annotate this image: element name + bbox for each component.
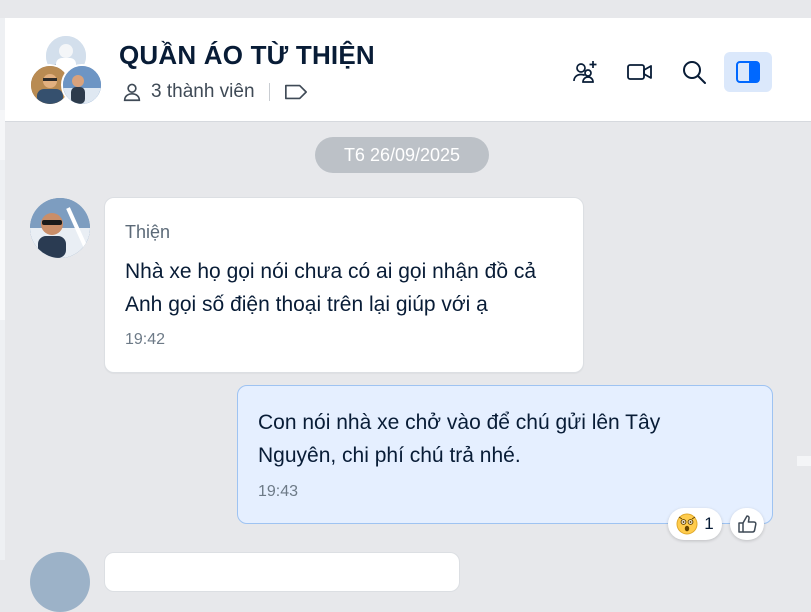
- next-sender-avatar[interactable]: [30, 552, 90, 612]
- incoming-message[interactable]: Thiện Nhà xe họ gọi nói chưa có ai gọi n…: [104, 197, 584, 373]
- message-text-line: Anh gọi số điện thoại trên lại giúp với …: [125, 293, 488, 316]
- message-time: 19:42: [125, 331, 166, 348]
- message-text-line: Nguyên, chi phí chú trả nhé.: [258, 444, 521, 467]
- message-time: 19:43: [258, 483, 299, 500]
- video-camera-icon: [627, 64, 652, 80]
- label-tag-icon[interactable]: [284, 82, 308, 102]
- member-avatar-3: [61, 64, 103, 106]
- reaction-count: 1: [704, 514, 714, 533]
- message-text-line: Nhà xe họ gọi nói chưa có ai gọi nhận đồ…: [125, 260, 537, 283]
- search-button[interactable]: [670, 52, 718, 92]
- conversation-title[interactable]: QUẦN ÁO TỪ THIỆN: [119, 40, 375, 71]
- side-panel-icon: [736, 61, 760, 83]
- add-user-icon: [573, 61, 597, 83]
- conversation-meta: 3 thành viên: [121, 80, 308, 104]
- outgoing-message[interactable]: Con nói nhà xe chở vào để chú gửi lên Tâ…: [237, 385, 773, 524]
- date-divider: T6 26/09/2025: [315, 137, 489, 173]
- react-button[interactable]: [730, 508, 764, 540]
- member-icon: [123, 83, 141, 102]
- search-icon: [683, 61, 706, 84]
- message-text-line: Con nói nhà xe chở vào để chú gửi lên Tâ…: [258, 411, 661, 434]
- add-member-button[interactable]: [561, 52, 609, 92]
- group-avatar[interactable]: [29, 34, 105, 106]
- thumbs-up-icon: [738, 515, 757, 533]
- surprised-face-emoji-icon: [676, 513, 698, 535]
- chat-header: QUẦN ÁO TỪ THIỆN 3 thành viên: [5, 18, 811, 122]
- next-incoming-message[interactable]: [104, 552, 460, 592]
- member-count[interactable]: 3 thành viên: [151, 81, 255, 103]
- scroll-edge: [797, 456, 811, 466]
- sender-name: Thiện: [125, 222, 171, 242]
- window-top-strip: [0, 0, 811, 18]
- left-panel-selected-item: [0, 220, 5, 320]
- video-call-button[interactable]: [616, 52, 664, 92]
- reaction-summary[interactable]: 1: [668, 508, 722, 540]
- toggle-info-panel-button[interactable]: [724, 52, 772, 92]
- sender-avatar[interactable]: [30, 198, 90, 258]
- meta-divider: [268, 83, 270, 101]
